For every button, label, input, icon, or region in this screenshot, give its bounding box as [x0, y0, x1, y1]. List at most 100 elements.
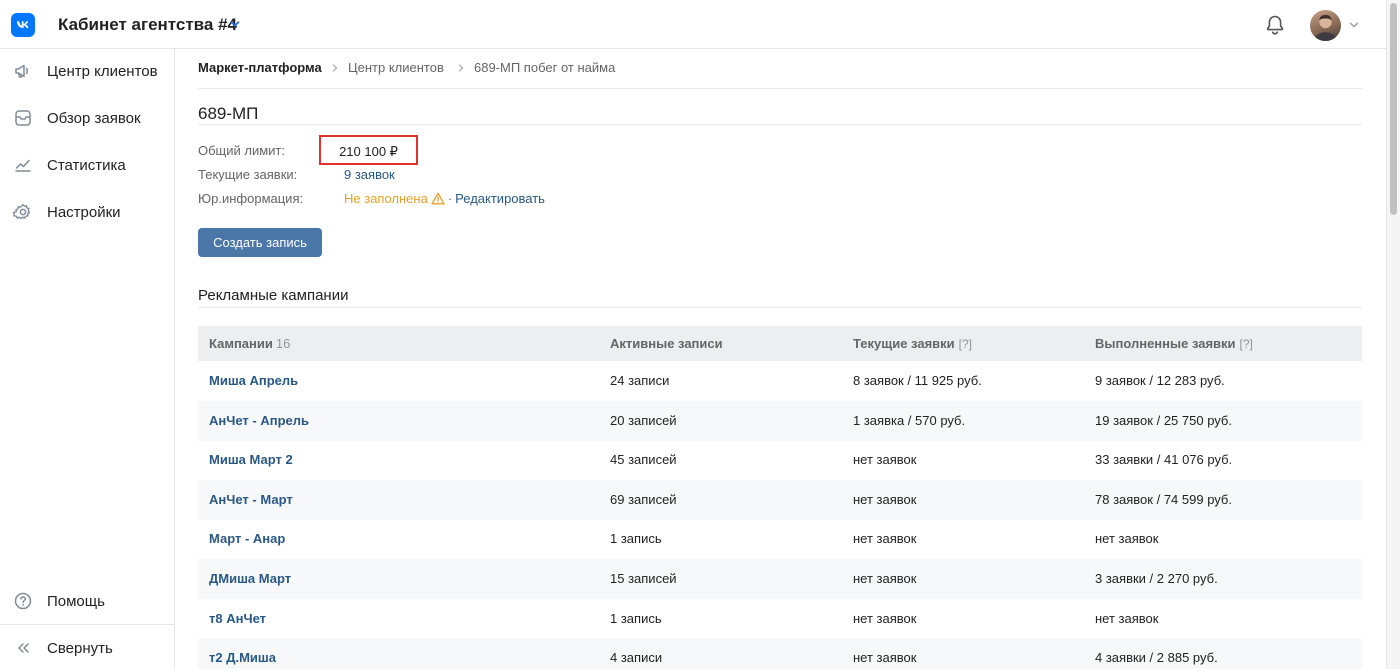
done-requests-cell: 9 заявок / 12 283 руб.	[1095, 373, 1225, 388]
current-requests-cell: 1 заявка / 570 руб.	[853, 412, 966, 428]
campaign-name-link[interactable]: Миша Март 2	[209, 452, 293, 467]
current-requests-cell: 8 заявок / 11 925 руб.	[853, 373, 982, 388]
active-records-cell: 45 записей	[610, 452, 677, 468]
sidebar-item-help[interactable]: Помощь	[0, 579, 174, 623]
sidebar-item-label: Обзор заявок	[47, 110, 141, 127]
table-row: ДМиша Март 15 записей нет заявок 3 заявки /…	[198, 559, 1362, 599]
divider	[198, 124, 1362, 125]
sidebar-item-clients[interactable]: Центр клиентов	[0, 49, 174, 93]
active-records-cell: 1 запись	[610, 610, 662, 626]
campaign-name-link[interactable]: Миша Апрель	[209, 373, 298, 388]
column-header-label: Кампании	[209, 336, 273, 351]
table-row: т8 АнЧет 1 запись нет заявок нет заявок	[198, 599, 1362, 639]
active-records-cell: 15 записей	[610, 571, 677, 586]
table-row: Март - Анар 1 запись нет заявок нет заявок	[198, 519, 1362, 559]
column-header-done[interactable]: Выполненные заявки [?]	[1095, 336, 1253, 351]
done-requests-cell: нет заявок	[1095, 610, 1159, 626]
column-header-current[interactable]: Текущие заявки [?]	[853, 336, 972, 351]
campaigns-count: 16	[275, 336, 291, 351]
help-circle-icon	[14, 592, 32, 610]
legal-status: Не заполнена	[344, 191, 428, 206]
scrollbar-thumb[interactable]	[1390, 3, 1397, 215]
campaign-name-link[interactable]: Март - Анар	[209, 531, 285, 546]
campaign-name-link[interactable]: АнЧет - Март	[209, 492, 293, 507]
limit-label: Общий лимит:	[198, 143, 286, 158]
active-records-cell: 69 записей	[610, 491, 677, 507]
active-records-cell: 24 записи	[610, 373, 670, 388]
breadcrumb-item-clients[interactable]: Центр клиентов	[348, 60, 444, 75]
sidebar-item-label: Статистика	[47, 157, 126, 174]
create-record-button[interactable]: Создать запись	[198, 228, 322, 257]
sidebar-item-statistics[interactable]: Статистика	[0, 143, 174, 187]
sidebar-item-requests[interactable]: Обзор заявок	[0, 96, 174, 140]
legal-label: Юр.информация:	[198, 191, 304, 206]
page-title: 689-МП	[198, 104, 259, 123]
breadcrumb-item-market[interactable]: Маркет-платформа	[198, 60, 322, 75]
chevrons-left-icon	[18, 643, 29, 653]
collapse-label: Свернуть	[47, 640, 113, 657]
sidebar-item-label: Центр клиентов	[47, 63, 158, 80]
breadcrumb-item-current: 689-МП побег от найма	[474, 60, 616, 75]
table-row: т2 Д.Миша 4 записи нет заявок 4 заявки / 2 …	[198, 638, 1362, 669]
done-requests-cell: нет заявок	[1095, 531, 1159, 547]
chevron-right-icon	[458, 64, 464, 72]
scrollbar[interactable]	[1386, 0, 1400, 669]
table-row: Миша Март 2 45 записей нет заявок 33 заявки…	[198, 440, 1362, 480]
top-bar: Кабинет агентства #4	[0, 0, 1386, 49]
chevron-down-icon[interactable]	[1348, 19, 1360, 31]
current-requests-cell: нет заявок	[853, 610, 917, 626]
done-requests-cell: 33 заявки / 41 076 руб.	[1095, 452, 1233, 468]
chart-line-icon	[15, 159, 31, 172]
divider	[198, 307, 1362, 308]
campaign-name-link[interactable]: т2 Д.Миша	[209, 650, 276, 665]
column-header-label: Выполненные заявки	[1095, 336, 1236, 351]
table-row: АнЧет - Март 69 записей нет заявок 78 заяво…	[198, 479, 1362, 520]
help-hint[interactable]: [?]	[1240, 337, 1253, 351]
active-records-cell: 4 записи	[610, 650, 663, 666]
bell-icon[interactable]	[1263, 13, 1287, 37]
table-header: Кампании 16 Активные записи Текущие заявк…	[198, 326, 1362, 361]
requests-label: Текущие заявки:	[198, 167, 298, 182]
section-title: Рекламные кампании	[198, 287, 349, 304]
active-records-cell: 20 записей	[610, 412, 677, 428]
current-requests-cell: нет заявок	[853, 571, 917, 586]
sidebar: Центр клиентов Обзор заявок Статистика Н…	[0, 49, 175, 669]
current-requests-cell: нет заявок	[853, 491, 917, 507]
table-row: АнЧет - Апрель 20 записей 1 заявка / 570 р…	[198, 400, 1362, 441]
help-hint[interactable]: [?]	[959, 337, 972, 351]
separator-dot: ·	[447, 191, 453, 206]
megaphone-icon	[15, 64, 28, 78]
column-header-campaigns[interactable]: Кампании 16	[209, 336, 290, 351]
active-records-cell: 1 запись	[610, 531, 662, 547]
limit-highlight: 210 100 ₽	[319, 135, 418, 165]
divider	[198, 88, 1362, 89]
requests-link[interactable]: 9 заявок	[344, 167, 395, 182]
done-requests-cell: 19 заявок / 25 750 руб.	[1095, 412, 1232, 428]
column-header-active[interactable]: Активные записи	[610, 336, 723, 351]
current-requests-cell: нет заявок	[853, 531, 917, 547]
table-row: Миша Апрель 24 записи 8 заявок / 11 925 ру…	[198, 361, 1362, 401]
sidebar-item-label: Настройки	[47, 204, 121, 221]
gear-icon	[13, 203, 31, 220]
done-requests-cell: 3 заявки / 2 270 руб.	[1095, 571, 1218, 586]
column-header-label: Текущие заявки	[853, 336, 955, 351]
legal-info: Не заполнена · Редактировать	[344, 191, 545, 206]
app-title[interactable]: Кабинет агентства #4	[58, 15, 237, 35]
edit-legal-link[interactable]: Редактировать	[455, 191, 545, 206]
done-requests-cell: 4 заявки / 2 885 руб.	[1095, 650, 1218, 666]
help-label: Помощь	[47, 593, 105, 610]
breadcrumb: Маркет-платформа Центр клиентов 689-МП п…	[198, 60, 1362, 80]
chevron-down-icon[interactable]	[229, 18, 241, 30]
campaign-name-link[interactable]: ДМиша Март	[209, 571, 291, 586]
collapse-button[interactable]: Свернуть	[0, 626, 174, 669]
inbox-icon	[15, 110, 31, 126]
chevron-right-icon	[332, 64, 338, 72]
done-requests-cell: 78 заявок / 74 599 руб.	[1095, 491, 1232, 507]
avatar[interactable]	[1310, 10, 1341, 41]
sidebar-item-settings[interactable]: Настройки	[0, 190, 174, 234]
campaign-name-link[interactable]: АнЧет - Апрель	[209, 413, 309, 428]
current-requests-cell: нет заявок	[853, 452, 917, 468]
warning-icon	[431, 192, 445, 205]
campaign-name-link[interactable]: т8 АнЧет	[209, 611, 266, 626]
vk-logo-icon[interactable]	[11, 13, 35, 37]
